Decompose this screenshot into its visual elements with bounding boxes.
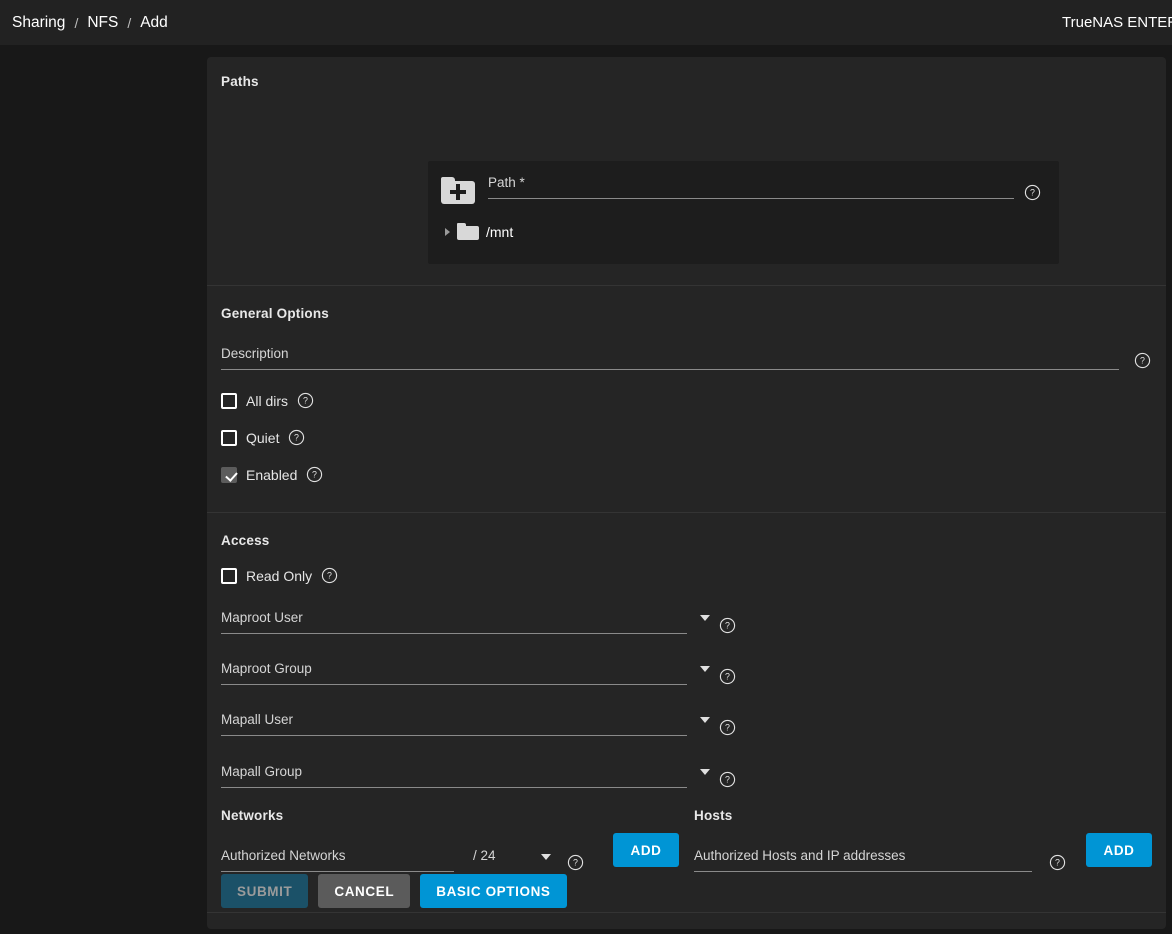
help-icon[interactable]: ? — [719, 719, 736, 736]
chevron-down-icon[interactable] — [700, 717, 710, 723]
path-field-underline — [488, 198, 1014, 199]
maproot-user-label: Maproot User — [221, 610, 741, 633]
read-only-checkbox[interactable] — [221, 568, 237, 584]
quiet-label: Quiet — [246, 430, 279, 446]
svg-text:?: ? — [725, 621, 730, 631]
breadcrumb-item-nfs[interactable]: NFS — [87, 14, 118, 32]
breadcrumb-item-add: Add — [140, 14, 168, 32]
chevron-down-icon[interactable] — [700, 769, 710, 775]
access-section-title: Access — [221, 533, 270, 548]
chevron-down-icon[interactable] — [700, 666, 710, 672]
svg-text:?: ? — [573, 858, 578, 868]
breadcrumb: Sharing / NFS / Add — [12, 14, 168, 32]
basic-options-button[interactable]: BASIC OPTIONS — [420, 874, 566, 908]
paths-inner-panel: Path * ? /mnt — [428, 161, 1059, 264]
svg-text:?: ? — [327, 571, 332, 581]
maproot-user-select[interactable]: Maproot User ? — [221, 610, 741, 634]
mapall-group-underline — [221, 787, 687, 788]
path-tree-item-label: /mnt — [486, 224, 513, 240]
chevron-right-icon[interactable] — [445, 228, 450, 236]
paths-section-title: Paths — [207, 57, 1166, 89]
svg-text:?: ? — [295, 433, 300, 443]
help-icon[interactable]: ? — [288, 429, 305, 446]
hosts-section-title: Hosts — [694, 808, 733, 823]
general-options-section-title: General Options — [221, 306, 329, 321]
enabled-checkbox[interactable] — [221, 467, 237, 483]
breadcrumb-separator: / — [74, 15, 78, 31]
submit-button[interactable]: SUBMIT — [221, 874, 308, 908]
svg-text:?: ? — [1055, 858, 1060, 868]
form-actions: SUBMIT CANCEL BASIC OPTIONS — [221, 874, 567, 908]
section-divider — [207, 285, 1166, 286]
path-input-row: Path * ? — [441, 175, 1041, 206]
cancel-button[interactable]: CANCEL — [318, 874, 410, 908]
chevron-down-icon[interactable] — [700, 615, 710, 621]
folder-icon — [457, 223, 479, 240]
cidr-prefix-value[interactable]: / 24 — [473, 848, 496, 863]
svg-text:?: ? — [312, 470, 317, 480]
help-icon[interactable]: ? — [567, 854, 584, 871]
svg-text:?: ? — [725, 672, 730, 682]
read-only-label: Read Only — [246, 568, 312, 584]
enabled-label: Enabled — [246, 467, 297, 483]
checkbox-row-all-dirs[interactable]: All dirs ? — [221, 392, 314, 409]
section-divider — [207, 912, 1166, 913]
help-icon[interactable]: ? — [1024, 184, 1041, 201]
breadcrumb-item-sharing[interactable]: Sharing — [12, 14, 65, 32]
add-host-button[interactable]: ADD — [1086, 833, 1152, 867]
help-icon[interactable]: ? — [321, 567, 338, 584]
checkbox-row-read-only[interactable]: Read Only ? — [221, 567, 338, 584]
mapall-user-select[interactable]: Mapall User ? — [221, 712, 741, 736]
product-brand-label: TrueNAS ENTERPRISE — [1062, 14, 1172, 31]
folder-add-icon — [441, 177, 475, 204]
svg-text:?: ? — [725, 723, 730, 733]
authorized-networks-underline — [221, 871, 454, 872]
mapall-user-label: Mapall User — [221, 712, 741, 735]
authorized-hosts-field[interactable]: Authorized Hosts and IP addresses ? — [694, 848, 1084, 872]
networks-section-title: Networks — [221, 808, 283, 823]
authorized-hosts-label: Authorized Hosts and IP addresses — [694, 848, 1084, 871]
help-icon[interactable]: ? — [719, 771, 736, 788]
authorized-hosts-underline — [694, 871, 1032, 872]
checkbox-row-enabled[interactable]: Enabled ? — [221, 466, 323, 483]
path-field[interactable]: Path * — [488, 175, 1014, 199]
svg-text:?: ? — [725, 775, 730, 785]
nfs-share-form-card: Paths Path * ? /mnt — [207, 57, 1166, 929]
help-icon[interactable]: ? — [719, 668, 736, 685]
help-icon[interactable]: ? — [306, 466, 323, 483]
all-dirs-checkbox[interactable] — [221, 393, 237, 409]
description-field-underline — [221, 369, 1119, 370]
help-icon[interactable]: ? — [297, 392, 314, 409]
description-field-label: Description — [221, 346, 1151, 369]
maproot-group-select[interactable]: Maproot Group ? — [221, 661, 741, 685]
checkbox-row-quiet[interactable]: Quiet ? — [221, 429, 305, 446]
description-field[interactable]: Description ? — [221, 346, 1151, 370]
mapall-group-select[interactable]: Mapall Group ? — [221, 764, 741, 788]
svg-text:?: ? — [303, 396, 308, 406]
maproot-group-underline — [221, 684, 687, 685]
maproot-group-label: Maproot Group — [221, 661, 741, 684]
mapall-user-underline — [221, 735, 687, 736]
add-network-button[interactable]: ADD — [613, 833, 679, 867]
section-divider — [207, 512, 1166, 513]
breadcrumb-separator: / — [127, 15, 131, 31]
mapall-group-label: Mapall Group — [221, 764, 741, 787]
top-bar: Sharing / NFS / Add TrueNAS ENTERPRISE — [0, 0, 1172, 45]
help-icon[interactable]: ? — [1134, 352, 1151, 369]
help-icon[interactable]: ? — [719, 617, 736, 634]
path-tree-item-mnt[interactable]: /mnt — [445, 223, 513, 240]
all-dirs-label: All dirs — [246, 393, 288, 409]
svg-text:?: ? — [1030, 188, 1035, 198]
chevron-down-icon[interactable] — [541, 854, 551, 860]
svg-text:?: ? — [1140, 356, 1145, 366]
maproot-user-underline — [221, 633, 687, 634]
help-icon[interactable]: ? — [1049, 854, 1066, 871]
path-field-label: Path * — [488, 175, 1014, 198]
quiet-checkbox[interactable] — [221, 430, 237, 446]
